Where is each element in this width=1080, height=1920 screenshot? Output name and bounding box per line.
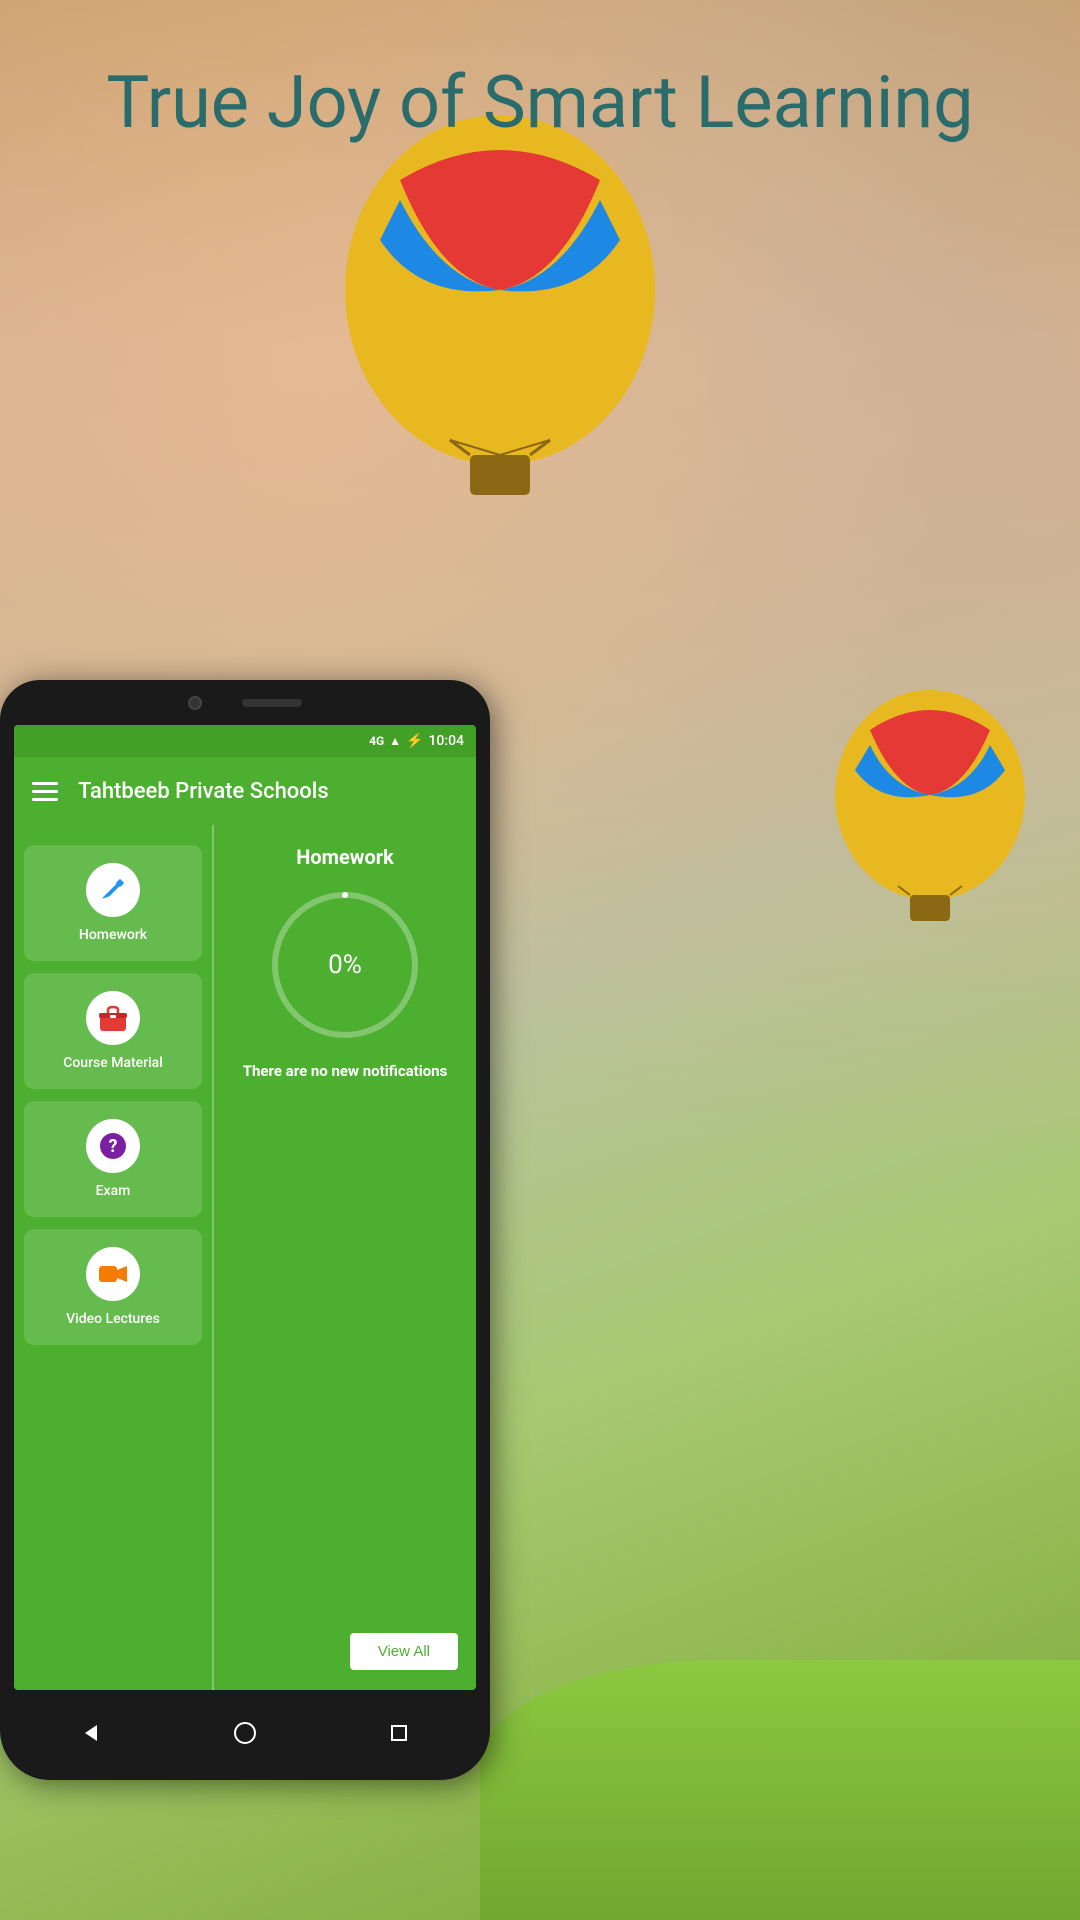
- hamburger-line-3: [32, 798, 58, 801]
- hero-title: True Joy of Smart Learning: [0, 60, 1080, 146]
- nav-item-exam[interactable]: ? Exam: [24, 1101, 202, 1217]
- question-icon: ?: [99, 1132, 127, 1160]
- nav-item-course-material[interactable]: Course Material: [24, 973, 202, 1089]
- phone-screen: 4G ▲ ⚡ 10:04 Tahtbeeb Private Schools: [14, 725, 476, 1690]
- hamburger-line-2: [32, 790, 58, 793]
- exam-nav-label: Exam: [96, 1183, 131, 1199]
- status-bar: 4G ▲ ⚡ 10:04: [14, 725, 476, 757]
- phone-outer-shell: 4G ▲ ⚡ 10:04 Tahtbeeb Private Schools: [0, 680, 490, 1780]
- phone-device: 4G ▲ ⚡ 10:04 Tahtbeeb Private Schools: [0, 680, 490, 1780]
- app-bar-title: Tahtbeeb Private Schools: [78, 779, 329, 804]
- main-content: Homework Course Material: [14, 825, 476, 1690]
- notification-message: There are no new notifications: [243, 1061, 448, 1082]
- homework-nav-label: Homework: [79, 927, 147, 943]
- view-all-button[interactable]: View All: [350, 1633, 458, 1670]
- phone-speaker: [242, 699, 302, 707]
- nav-item-video-lectures[interactable]: Video Lectures: [24, 1229, 202, 1345]
- hamburger-menu-button[interactable]: [32, 782, 58, 801]
- homework-icon-circle: [86, 863, 140, 917]
- grass-decoration: [480, 1660, 1080, 1920]
- balloon-large: [320, 100, 680, 520]
- left-navigation: Homework Course Material: [14, 825, 214, 1690]
- video-lectures-nav-label: Video Lectures: [66, 1311, 160, 1327]
- back-button[interactable]: [73, 1715, 109, 1751]
- balloon-small: [820, 680, 1040, 940]
- home-circle-icon: [234, 1722, 256, 1744]
- home-button[interactable]: [227, 1715, 263, 1751]
- progress-circle: 0%: [265, 885, 425, 1045]
- app-bar: Tahtbeeb Private Schools: [14, 757, 476, 825]
- nav-item-homework[interactable]: Homework: [24, 845, 202, 961]
- svg-text:?: ?: [109, 1136, 118, 1157]
- network-indicator: 4G: [369, 734, 384, 748]
- course-material-nav-label: Course Material: [63, 1055, 163, 1071]
- hamburger-line-1: [32, 782, 58, 785]
- video-lectures-icon-circle: [86, 1247, 140, 1301]
- video-camera-icon: [98, 1262, 128, 1286]
- phone-camera: [188, 696, 202, 710]
- exam-icon-circle: ?: [86, 1119, 140, 1173]
- briefcase-icon: [98, 1005, 128, 1031]
- course-material-icon-circle: [86, 991, 140, 1045]
- phone-top-bar: [20, 688, 470, 718]
- back-arrow-icon: [81, 1723, 101, 1743]
- progress-percentage: 0%: [328, 950, 362, 980]
- status-icons: 4G ▲ ⚡ 10:04: [369, 733, 464, 749]
- phone-bottom-nav: [14, 1698, 476, 1768]
- recents-square-icon: [390, 1724, 408, 1742]
- time-display: 10:04: [428, 733, 464, 749]
- pencil-icon: [99, 876, 127, 904]
- recents-button[interactable]: [381, 1715, 417, 1751]
- homework-panel: Homework 0% There are no new notificatio…: [214, 825, 476, 1690]
- battery-icon: ⚡: [406, 733, 423, 749]
- signal-icon: ▲: [389, 734, 401, 748]
- homework-panel-title: Homework: [296, 845, 394, 869]
